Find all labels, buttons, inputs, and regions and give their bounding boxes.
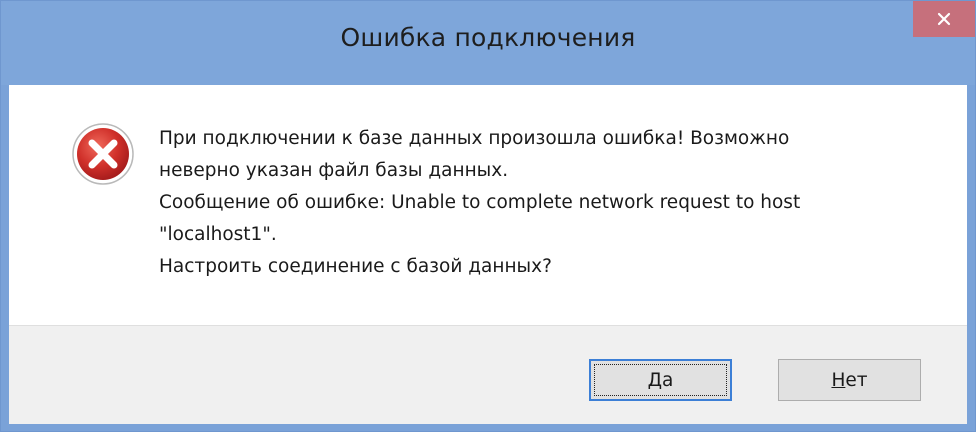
dialog-content: При подключении к базе данных произошла … xyxy=(9,85,967,325)
no-button-label: Нет xyxy=(831,369,868,391)
message-line: "localhost1". xyxy=(159,224,277,245)
yes-button-label: Да xyxy=(647,369,674,391)
message-line: При подключении к базе данных произошла … xyxy=(159,128,790,149)
dialog-title: Ошибка подключения xyxy=(340,23,636,52)
message-line: неверно указан файл базы данных. xyxy=(159,160,509,181)
title-bar[interactable]: Ошибка подключения xyxy=(1,1,975,85)
no-button[interactable]: Нет xyxy=(778,359,921,401)
error-icon xyxy=(72,123,134,185)
yes-button[interactable]: Да xyxy=(589,359,732,401)
close-icon xyxy=(937,12,951,26)
close-button[interactable] xyxy=(913,1,975,37)
message-line: Сообщение об ошибке: Unable to complete … xyxy=(159,192,801,213)
button-bar: Да Нет xyxy=(9,325,967,424)
message-line: Настроить соединение с базой данных? xyxy=(159,256,552,277)
error-message: При подключении к базе данных произошла … xyxy=(159,123,939,283)
dialog-window: Ошибка подключения При подключении к баз… xyxy=(0,0,976,432)
